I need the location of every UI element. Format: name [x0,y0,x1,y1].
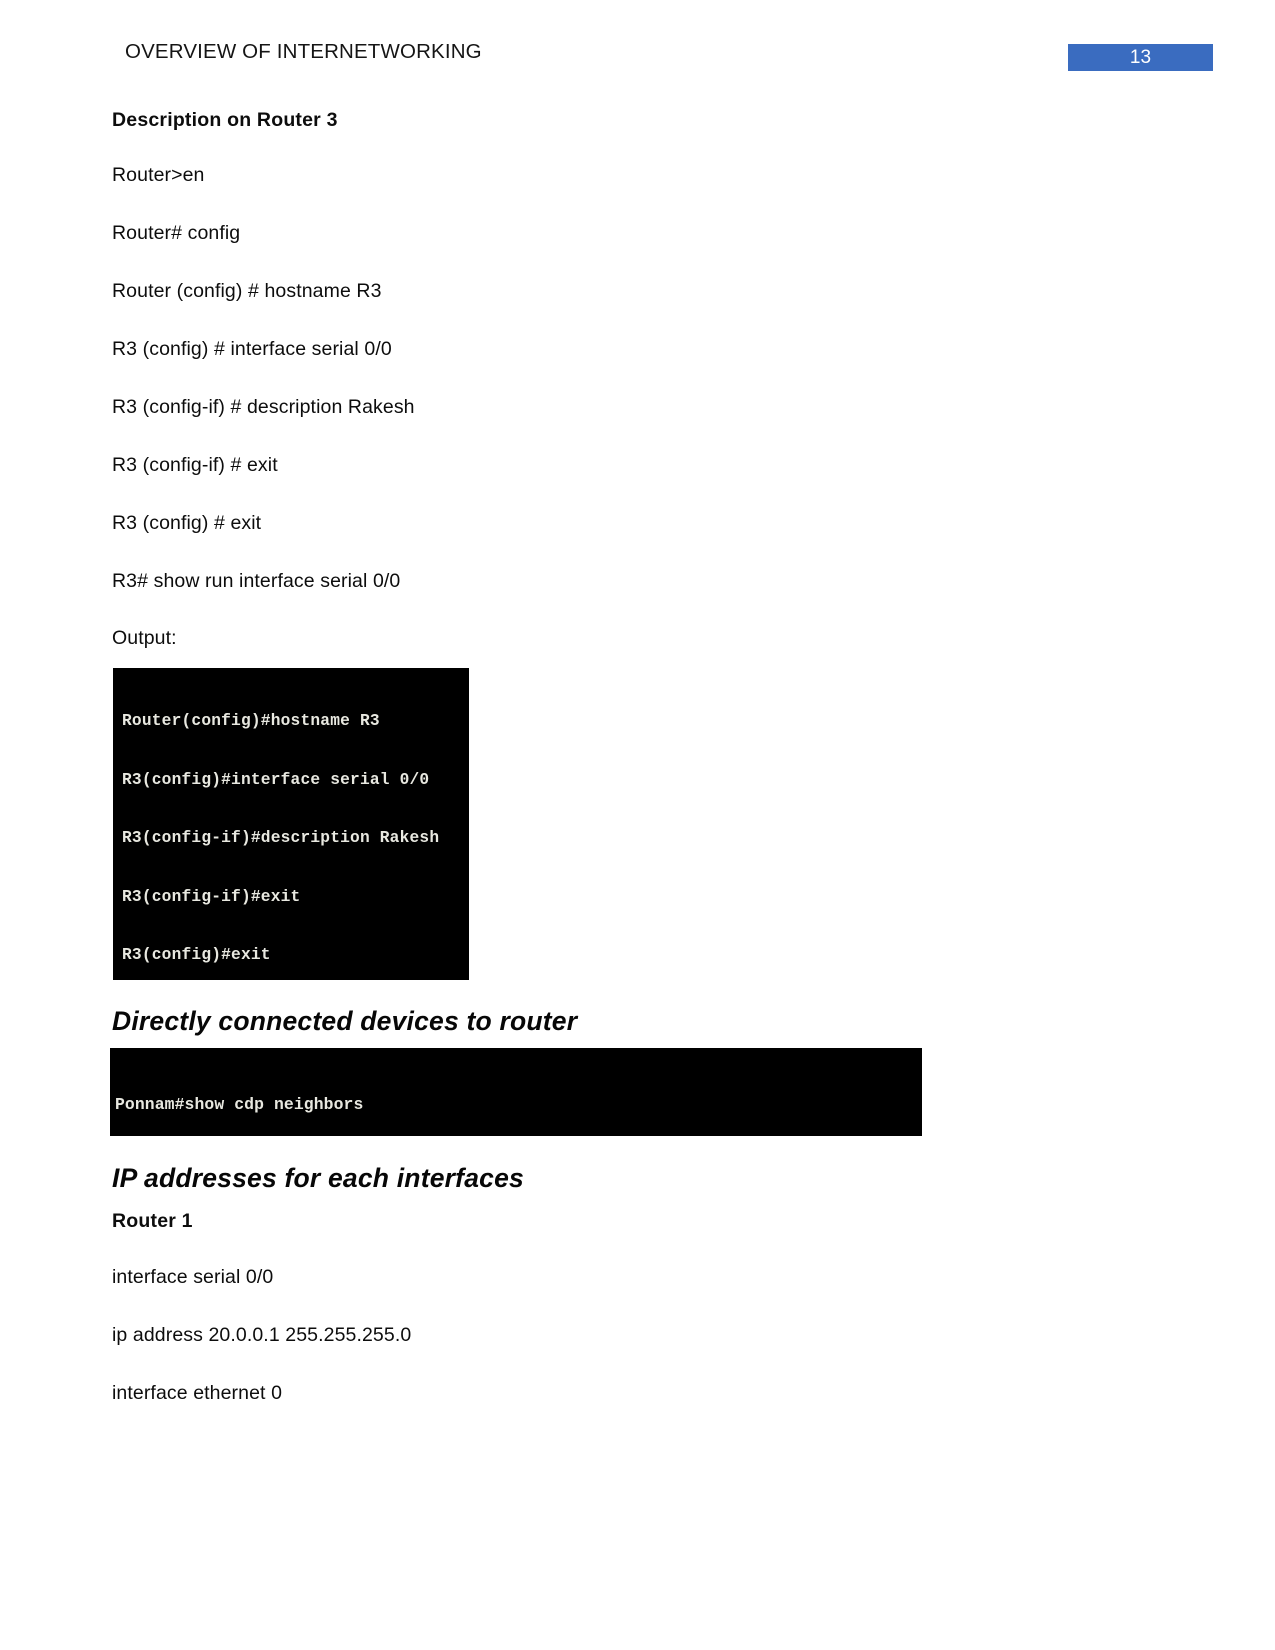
document-header-title: OVERVIEW OF INTERNETWORKING [125,40,482,63]
heading-directly-connected-devices: Directly connected devices to router [112,1006,578,1036]
terminal-line: Router(config)#hostname R3 [122,712,380,730]
page-number-badge: 13 [1068,44,1213,71]
terminal-screenshot-running-config: Router(config)#hostname R3 R3(config)#in… [113,668,469,980]
terminal-line: R3(config-if)#description Rakesh [122,829,440,847]
router-1-interface-serial: interface serial 0/0 [112,1266,274,1289]
command-line-router-en: Router>en [112,164,205,187]
terminal-line: R3(config-if)#exit [122,887,301,906]
router-1-section: Router 1 interface serial 0/0 ip address… [112,1209,1172,1439]
heading-ip-addresses-for-each-interfaces: IP addresses for each interfaces [112,1163,524,1193]
command-line-router-config: Router# config [112,222,241,245]
document-body: Description on Router 3 Router>en Router… [112,108,1172,684]
command-line-hostname-r3: Router (config) # hostname R3 [112,280,382,303]
terminal-line: R3(config)#exit [122,946,271,964]
terminal-line: Ponnam#show cdp neighbors [115,1095,364,1114]
terminal-line: R3(config)#interface serial 0/0 [122,770,430,789]
router-1-interface-ethernet: interface ethernet 0 [112,1382,283,1405]
terminal-screenshot-cdp-neighbors: Ponnam#show cdp neighbors Capability Cod… [110,1048,922,1136]
router-1-ip-address: ip address 20.0.0.1 255.255.255.0 [112,1324,412,1347]
output-label: Output: [112,627,177,650]
command-line-exit-if: R3 (config-if) # exit [112,453,278,476]
section-title-description-router-3: Description on Router 3 [112,109,338,131]
command-line-interface-serial: R3 (config) # interface serial 0/0 [112,338,392,360]
command-line-show-run: R3# show run interface serial 0/0 [112,569,401,592]
router-1-label: Router 1 [112,1210,193,1232]
command-line-description-rakesh: R3 (config-if) # description Rakesh [112,395,415,418]
command-line-exit-config: R3 (config) # exit [112,511,262,534]
